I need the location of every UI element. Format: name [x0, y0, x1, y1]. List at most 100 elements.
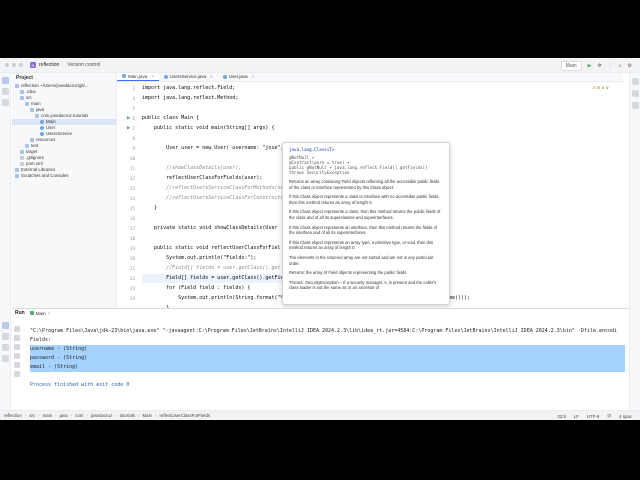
console-line[interactable]: Fields:	[30, 336, 625, 345]
database-icon[interactable]	[632, 102, 639, 109]
soft-wrap-icon[interactable]	[14, 344, 20, 350]
rerun-icon[interactable]	[14, 326, 20, 332]
line-number[interactable]: 23	[130, 286, 135, 291]
line-number[interactable]: 8	[132, 136, 135, 141]
line-number[interactable]: 10	[130, 156, 135, 161]
run-tool-icon[interactable]	[2, 322, 9, 329]
code-line[interactable]: //reflectUsersServiceClassForConstructo	[142, 194, 283, 203]
line-number[interactable]: 6	[132, 116, 135, 121]
line-number[interactable]: 16	[130, 216, 135, 221]
code-line[interactable]: //showClassDetails(user);	[142, 164, 241, 173]
tree-item[interactable]: Scratches and Consoles	[12, 173, 116, 179]
console-line[interactable]: email - (String)	[30, 363, 625, 372]
code-line[interactable]: Field[] fields = user.getClass().getFiel…	[142, 274, 302, 283]
code-line[interactable]: public class Main {	[142, 114, 199, 123]
line-number[interactable]: 22	[130, 276, 135, 281]
minimize-window-button[interactable]	[12, 63, 16, 67]
code-line[interactable]: private static void showClassDetails(Use…	[142, 224, 277, 233]
editor-gutter[interactable]: 3 4 5 6 ▶ 7 ▶ 8 9 10 11 12 13 14 15 16 17 18 19 20 21 22 23 24	[117, 83, 139, 308]
breadcrumb-item[interactable]: reflectUserClassForFields	[159, 413, 210, 418]
line-number[interactable]: 11	[130, 166, 135, 171]
git-tool-icon[interactable]	[2, 355, 9, 362]
run-config-select[interactable]: Main	[560, 60, 582, 71]
line-number[interactable]: 12	[130, 176, 135, 181]
run-gutter-icon[interactable]: ▶	[127, 115, 131, 120]
close-tab-icon[interactable]: ×	[151, 74, 154, 79]
clear-icon[interactable]	[14, 371, 20, 377]
console-line[interactable]: username - (String)	[30, 345, 625, 354]
maven-icon[interactable]	[632, 90, 639, 97]
more-actions-icon[interactable]: ⋮	[608, 63, 613, 69]
search-icon[interactable]: ⌕	[619, 63, 622, 69]
file-encoding[interactable]: UTF-8	[587, 414, 599, 419]
doc-class-header[interactable]: java.lang.Class<T>	[289, 147, 443, 152]
breadcrumb-item[interactable]: Main	[142, 413, 152, 418]
code-line[interactable]: public static void main(String[] args) {	[142, 124, 274, 133]
code-line[interactable]: System.out.println("Fields:");	[142, 254, 256, 263]
line-number[interactable]: 4	[132, 96, 135, 101]
code-line[interactable]: reflectUserClassForFields(user);	[142, 174, 262, 183]
close-tab-icon[interactable]: ×	[210, 74, 213, 79]
tab-user-java[interactable]: User.java ×	[218, 73, 259, 81]
breadcrumb-item[interactable]: josedacruz	[91, 413, 112, 418]
debug-icon[interactable]: ✲	[598, 63, 602, 69]
structure-tool-icon[interactable]	[2, 88, 9, 95]
scroll-to-end-icon[interactable]	[14, 353, 20, 359]
breadcrumb-item[interactable]: src	[29, 413, 35, 418]
run-gutter-icon[interactable]: ▶	[127, 125, 131, 130]
run-icon[interactable]: ▶	[588, 63, 592, 69]
console-line[interactable]	[30, 372, 625, 381]
project-switcher[interactable]: reflection	[39, 62, 59, 68]
print-icon[interactable]	[14, 362, 20, 368]
code-line[interactable]: //reflectUsersServiceClassForMethods(ne	[142, 184, 283, 193]
breadcrumb-item[interactable]: reflection	[4, 413, 22, 418]
line-number[interactable]: 9	[132, 146, 135, 151]
line-number[interactable]: 5	[132, 106, 135, 111]
more-tools-icon[interactable]	[2, 99, 9, 106]
maximize-window-button[interactable]	[19, 63, 23, 67]
breadcrumb-item[interactable]: java	[60, 413, 68, 418]
tab-main-java[interactable]: Main.java ×	[117, 73, 159, 81]
code-line[interactable]: public static void reflectUserClassForFi…	[142, 244, 280, 253]
line-number[interactable]: 20	[130, 256, 135, 261]
problems-tool-icon[interactable]	[2, 344, 9, 351]
line-number[interactable]: 24	[130, 296, 135, 301]
vcs-widget[interactable]: Version control	[67, 62, 100, 68]
close-window-button[interactable]	[5, 63, 9, 67]
close-tab-icon[interactable]: ×	[252, 74, 255, 79]
run-tab-main[interactable]: Main ×	[29, 311, 51, 316]
project-badge[interactable]: R	[30, 62, 36, 68]
code-line[interactable]: //Field[] fields = user.getClass().get	[142, 264, 280, 273]
breadcrumb-item[interactable]: main	[43, 413, 53, 418]
close-tab-icon[interactable]: ×	[48, 311, 51, 316]
code-line[interactable]: User user = new User( username: "jose",	[142, 144, 283, 153]
console-line[interactable]: "C:\Program Files\Java\jdk-23\bin\java.e…	[30, 327, 625, 336]
caret-position[interactable]: 32:9	[557, 414, 566, 419]
line-number[interactable]: 13	[130, 186, 135, 191]
line-number[interactable]: 7	[132, 126, 135, 131]
terminal-tool-icon[interactable]	[2, 333, 9, 340]
line-number[interactable]: 21	[130, 266, 135, 271]
console-output[interactable]: "C:\Program Files\Java\jdk-23\bin\java.e…	[30, 327, 625, 390]
breadcrumb-item[interactable]: com	[75, 413, 83, 418]
breadcrumb-item[interactable]: tutorials	[120, 413, 135, 418]
project-tool-icon[interactable]	[2, 77, 9, 84]
code-line[interactable]: for (Field field : fields) {	[142, 284, 250, 293]
line-number[interactable]: 19	[130, 246, 135, 251]
console-line[interactable]: Process finished with exit code 0	[30, 381, 625, 390]
line-number[interactable]: 15	[130, 206, 135, 211]
line-separator[interactable]: LF	[574, 414, 579, 419]
line-number[interactable]: 17	[130, 226, 135, 231]
code-line[interactable]: }	[142, 204, 157, 213]
console-line[interactable]: password - (String)	[30, 354, 625, 363]
lock-icon[interactable]: ⊡	[607, 413, 611, 419]
code-line[interactable]: import java.lang.reflect.Method;	[142, 94, 238, 103]
gear-icon[interactable]: ⚙	[628, 63, 632, 69]
documentation-popup[interactable]: java.lang.Class<T> @NotNull ▾ @Contract(…	[282, 142, 450, 305]
indent-setting[interactable]: 4 spac	[619, 414, 632, 419]
tab-usersservice-java[interactable]: UsersService.java ×	[159, 73, 218, 81]
stop-icon[interactable]	[14, 335, 20, 341]
project-panel-title[interactable]: Project	[12, 73, 116, 83]
notifications-icon[interactable]	[632, 78, 639, 85]
line-number[interactable]: 14	[130, 196, 135, 201]
